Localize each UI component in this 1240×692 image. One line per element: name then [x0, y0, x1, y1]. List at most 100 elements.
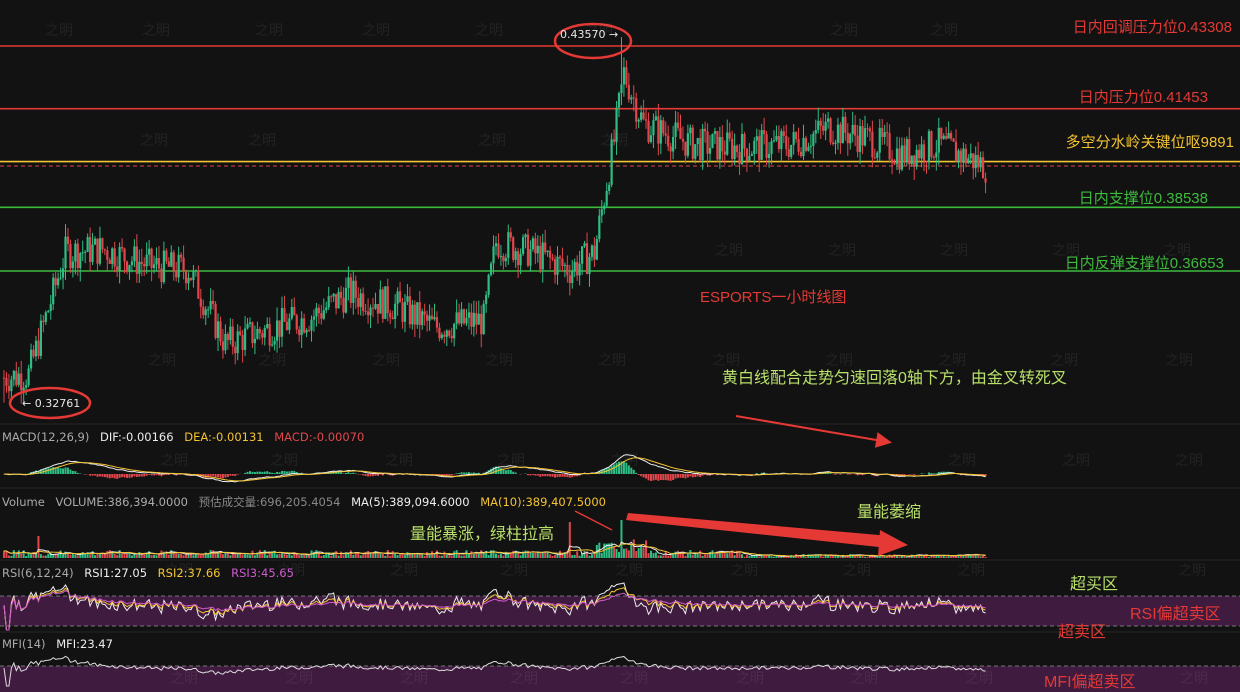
- candle-body-191: [472, 312, 475, 327]
- candle-body-144: [357, 298, 360, 307]
- volume-bar-283: [699, 550, 702, 558]
- candle-body-249: [615, 107, 618, 142]
- candle-body-311: [767, 153, 771, 159]
- candle-body-135: [335, 293, 338, 309]
- volume-bar-29: [74, 554, 77, 558]
- macd-bar-107: [266, 471, 269, 474]
- macd-bar-111: [276, 471, 279, 474]
- macd-bar-91: [226, 474, 229, 478]
- candle-body-381: [940, 127, 943, 139]
- volume-bar-150: [372, 553, 374, 558]
- candle-body-126: [312, 316, 316, 320]
- candle-body-278: [686, 133, 689, 156]
- candle-body-345: [851, 124, 854, 135]
- candle-body-373: [920, 144, 923, 159]
- candle-body-281: [694, 144, 697, 159]
- volume-bar-209: [517, 553, 520, 558]
- volume-bar-278: [686, 553, 689, 558]
- volume-bar-285: [704, 554, 707, 558]
- volume-bar-231: [571, 555, 574, 558]
- volume-bar-5: [15, 554, 18, 558]
- macd-bar-36: [91, 474, 94, 476]
- candle-body-215: [531, 238, 534, 250]
- macd-bar-376: [927, 472, 930, 474]
- candle-body-319: [787, 149, 790, 157]
- candle-body-186: [460, 309, 463, 324]
- candle-body-124: [307, 330, 311, 332]
- candle-body-56: [140, 261, 143, 265]
- candle-body-324: [799, 151, 803, 157]
- volume-bar-86: [214, 552, 217, 558]
- macd-header: MACD(12,26,9) DIF:-0.00166 DEA:-0.00131 …: [2, 430, 371, 444]
- volume-bar-178: [440, 555, 443, 558]
- candle-body-98: [243, 328, 247, 350]
- candle-body-96: [239, 331, 242, 335]
- candle-body-70: [175, 271, 178, 278]
- rsi-oversold-note: RSI偏超卖区: [1130, 606, 1221, 623]
- volume-bar-260: [642, 547, 645, 558]
- candle-body-367: [905, 139, 908, 162]
- macd-bar-141: [349, 473, 352, 474]
- volume-bar-282: [696, 553, 699, 558]
- volume-name: Volume: [2, 495, 45, 509]
- candle-body-147: [364, 310, 367, 312]
- candle-body-127: [315, 307, 318, 317]
- candle-body-153: [379, 289, 382, 314]
- candle-body-354: [873, 157, 876, 159]
- macd-bar-259: [640, 474, 643, 477]
- candle-body-162: [401, 302, 404, 322]
- candle-body-286: [706, 131, 709, 154]
- candle-body-90: [224, 333, 227, 351]
- candle-body-254: [627, 84, 630, 100]
- candle-body-214: [529, 249, 532, 266]
- volume-bar-191: [472, 553, 475, 558]
- macd-bar-206: [509, 469, 512, 474]
- volume-bar-161: [399, 554, 402, 558]
- candle-body-370: [913, 155, 916, 167]
- macd-bar-225: [556, 474, 559, 478]
- macd-bar-45: [113, 474, 116, 479]
- candle-body-63: [157, 258, 161, 269]
- candle-body-189: [467, 312, 471, 318]
- macd-bar-256: [632, 469, 635, 474]
- candle-body-136: [337, 291, 340, 309]
- volume-bar-16: [42, 555, 45, 558]
- volume-bar-280: [691, 554, 694, 558]
- candle-body-352: [868, 128, 872, 132]
- candle-body-273: [674, 122, 677, 137]
- volume-bar-358: [883, 556, 886, 558]
- candle-body-103: [256, 328, 259, 339]
- candle-body-302: [745, 148, 749, 161]
- candle-body-267: [659, 120, 662, 144]
- chart-title: ESPORTS一小时线图: [700, 289, 847, 306]
- volume-bar-73: [182, 555, 185, 558]
- volume-bar-111: [276, 554, 279, 558]
- volume-bar-163: [403, 555, 406, 558]
- candle-body-46: [116, 266, 119, 271]
- volume-bar-74: [185, 554, 188, 558]
- volume-bar-85: [212, 550, 215, 558]
- candle-body-32: [81, 252, 84, 254]
- macd-value: MACD:-0.00070: [274, 430, 365, 444]
- candle-body-335: [827, 118, 830, 122]
- macd-bar-85: [212, 474, 215, 477]
- candle-body-51: [128, 265, 131, 272]
- candle-body-76: [189, 277, 193, 281]
- candle-body-108: [268, 323, 271, 346]
- candle-body-84: [209, 300, 212, 310]
- volume-bar-201: [497, 554, 500, 558]
- candle-body-391: [964, 148, 967, 164]
- volume-bar-359: [886, 556, 889, 558]
- volume-bar-91: [226, 553, 229, 558]
- candle-body-119: [295, 315, 298, 330]
- candle-body-183: [453, 323, 456, 339]
- macd-dif: DIF:-0.00166: [100, 430, 174, 444]
- volume-bar-105: [261, 553, 264, 558]
- candle-body-149: [369, 307, 372, 316]
- candle-body-60: [150, 248, 153, 269]
- candle-body-192: [475, 312, 478, 325]
- macd-bar-146: [362, 474, 365, 476]
- macd-bar-373: [920, 473, 923, 474]
- candle-body-244: [603, 205, 606, 210]
- macd-bar-281: [694, 474, 697, 478]
